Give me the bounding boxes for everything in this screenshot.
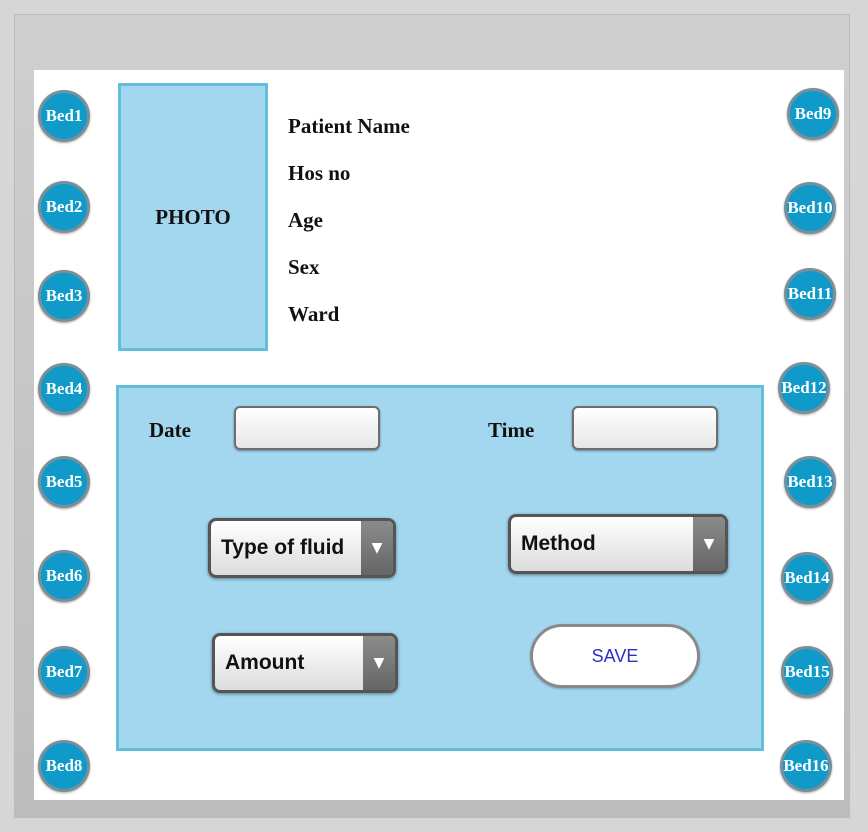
bed-button-13[interactable]: Bed13: [784, 456, 836, 508]
patient-name-label: Patient Name: [288, 114, 410, 138]
patient-info: Patient Name Hos no Age Sex Ward: [288, 103, 410, 338]
amount-value: Amount: [225, 651, 305, 674]
time-label: Time: [488, 418, 535, 442]
bed-button-9[interactable]: Bed9: [787, 88, 839, 140]
method-value: Method: [521, 532, 596, 555]
bed-button-3[interactable]: Bed3: [38, 270, 90, 322]
bed-button-10[interactable]: Bed10: [784, 182, 836, 234]
bed-button-7[interactable]: Bed7: [38, 646, 90, 698]
triangle-down-icon: ▼: [361, 521, 393, 575]
triangle-down-icon: ▼: [363, 636, 395, 690]
type-of-fluid-dropdown[interactable]: Type of fluid ▼: [208, 518, 396, 578]
age-label: Age: [288, 208, 323, 232]
amount-dropdown[interactable]: Amount ▼: [212, 633, 398, 693]
bed-button-15[interactable]: Bed15: [781, 646, 833, 698]
hos-no-label: Hos no: [288, 161, 351, 185]
method-dropdown[interactable]: Method ▼: [508, 514, 728, 574]
ward-label: Ward: [288, 302, 340, 326]
bed-button-8[interactable]: Bed8: [38, 740, 90, 792]
triangle-down-icon: ▼: [693, 517, 725, 571]
save-button[interactable]: SAVE: [530, 624, 700, 688]
date-label: Date: [149, 418, 191, 442]
bed-button-2[interactable]: Bed2: [38, 181, 90, 233]
bed-button-6[interactable]: Bed6: [38, 550, 90, 602]
type-of-fluid-value: Type of fluid: [221, 536, 345, 559]
bed-button-11[interactable]: Bed11: [784, 268, 836, 320]
date-field[interactable]: [234, 406, 380, 450]
photo-label: PHOTO: [155, 204, 231, 229]
bed-button-14[interactable]: Bed14: [781, 552, 833, 604]
sex-label: Sex: [288, 255, 320, 279]
bed-button-16[interactable]: Bed16: [780, 740, 832, 792]
bed-button-1[interactable]: Bed1: [38, 90, 90, 142]
bed-button-4[interactable]: Bed4: [38, 363, 90, 415]
patient-photo: PHOTO: [118, 83, 268, 351]
save-button-label: SAVE: [591, 645, 639, 666]
bed-button-5[interactable]: Bed5: [38, 456, 90, 508]
time-field[interactable]: [572, 406, 718, 450]
bed-button-12[interactable]: Bed12: [778, 362, 830, 414]
